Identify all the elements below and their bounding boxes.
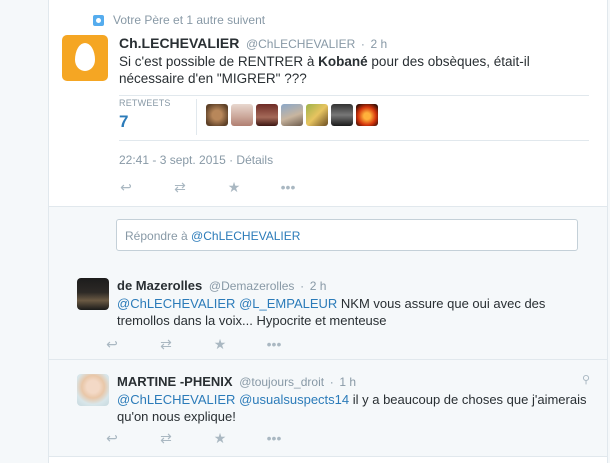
- avatar[interactable]: [77, 278, 109, 310]
- mention-link[interactable]: @ChLECHEVALIER: [117, 392, 235, 407]
- avatar[interactable]: [62, 35, 108, 81]
- tweet-header: Ch.LECHEVALIER @ChLECHEVALIER · 2 h: [119, 35, 387, 51]
- divider: [119, 95, 589, 96]
- tweet-actions: ↩ ⇄ ★ •••: [103, 430, 319, 446]
- retweeter-avatar[interactable]: [281, 104, 303, 126]
- retweets-label[interactable]: RETWEETS: [119, 98, 171, 108]
- retweet-icon[interactable]: ⇄: [171, 179, 189, 195]
- tweet-time[interactable]: 2 h: [371, 37, 388, 51]
- mention-link[interactable]: @usualsuspects14: [239, 392, 349, 407]
- author-fullname[interactable]: de Mazerolles: [117, 278, 202, 293]
- conversation-card: Votre Père et 1 autre suivent Ch.LECHEVA…: [48, 0, 608, 463]
- retweeter-avatar[interactable]: [256, 104, 278, 126]
- retweeter-avatar[interactable]: [356, 104, 378, 126]
- reply-icon[interactable]: ↩: [117, 179, 135, 195]
- stat-separator: [196, 99, 197, 135]
- reply-icon[interactable]: ↩: [103, 430, 121, 446]
- retweeter-avatar[interactable]: [331, 104, 353, 126]
- separator-dot: ·: [300, 279, 305, 293]
- star-icon[interactable]: ★: [211, 336, 229, 352]
- reply-tweet[interactable]: de Mazerolles @Demazerolles · 2 h @ChLEC…: [49, 264, 607, 360]
- divider: [119, 140, 589, 141]
- tweet-timestamp[interactable]: 22:41 - 3 sept. 2015 · Détails: [119, 153, 273, 167]
- author-handle[interactable]: @toujours_droit: [239, 375, 324, 389]
- retweeter-avatar[interactable]: [231, 104, 253, 126]
- location-pin-icon[interactable]: ⚲: [582, 373, 590, 386]
- more-icon[interactable]: •••: [265, 336, 283, 352]
- tweet-actions: ↩ ⇄ ★ •••: [103, 336, 319, 352]
- author-handle[interactable]: @Demazerolles: [209, 279, 295, 293]
- retweeter-avatar[interactable]: [206, 104, 228, 126]
- social-context: Votre Père et 1 autre suivent: [113, 13, 266, 27]
- tweet-actions: ↩ ⇄ ★ •••: [117, 179, 333, 195]
- tweet-header: de Mazerolles @Demazerolles · 2 h: [117, 278, 326, 293]
- mention-link[interactable]: @L_EMPALEUR: [239, 296, 337, 311]
- tweet-text: @ChLECHEVALIER @L_EMPALEUR NKM vous assu…: [117, 296, 546, 328]
- retweet-icon[interactable]: ⇄: [157, 336, 175, 352]
- retweet-icon[interactable]: ⇄: [157, 430, 175, 446]
- author-fullname[interactable]: MARTINE -PHENIX: [117, 374, 233, 389]
- more-icon[interactable]: •••: [265, 430, 283, 446]
- separator-dot: ·: [329, 375, 334, 389]
- retweeter-avatars: [206, 104, 378, 126]
- author-handle[interactable]: @ChLECHEVALIER: [246, 37, 355, 51]
- mention-link[interactable]: @ChLECHEVALIER: [117, 296, 235, 311]
- tweet-text: Si c'est possible de RENTRER à Kobané po…: [119, 54, 530, 86]
- tweet-text: @ChLECHEVALIER @usualsuspects14 il y a b…: [117, 392, 587, 424]
- star-icon[interactable]: ★: [211, 430, 229, 446]
- author-fullname[interactable]: Ch.LECHEVALIER: [119, 35, 239, 51]
- tweet-header: MARTINE -PHENIX @toujours_droit · 1 h: [117, 374, 356, 389]
- retweets-count[interactable]: 7: [119, 112, 128, 132]
- reply-input[interactable]: Répondre à @ChLECHEVALIER: [116, 219, 578, 251]
- tweet-time[interactable]: 2 h: [310, 279, 327, 293]
- tweet-time[interactable]: 1 h: [339, 375, 356, 389]
- star-icon[interactable]: ★: [225, 179, 243, 195]
- reply-icon[interactable]: ↩: [103, 336, 121, 352]
- user-follow-icon: [93, 15, 104, 26]
- retweeter-avatar[interactable]: [306, 104, 328, 126]
- avatar[interactable]: [77, 374, 109, 406]
- separator-dot: ·: [360, 37, 365, 51]
- reply-tweet[interactable]: MARTINE -PHENIX @toujours_droit · 1 h ⚲ …: [49, 360, 607, 457]
- more-icon[interactable]: •••: [279, 179, 297, 195]
